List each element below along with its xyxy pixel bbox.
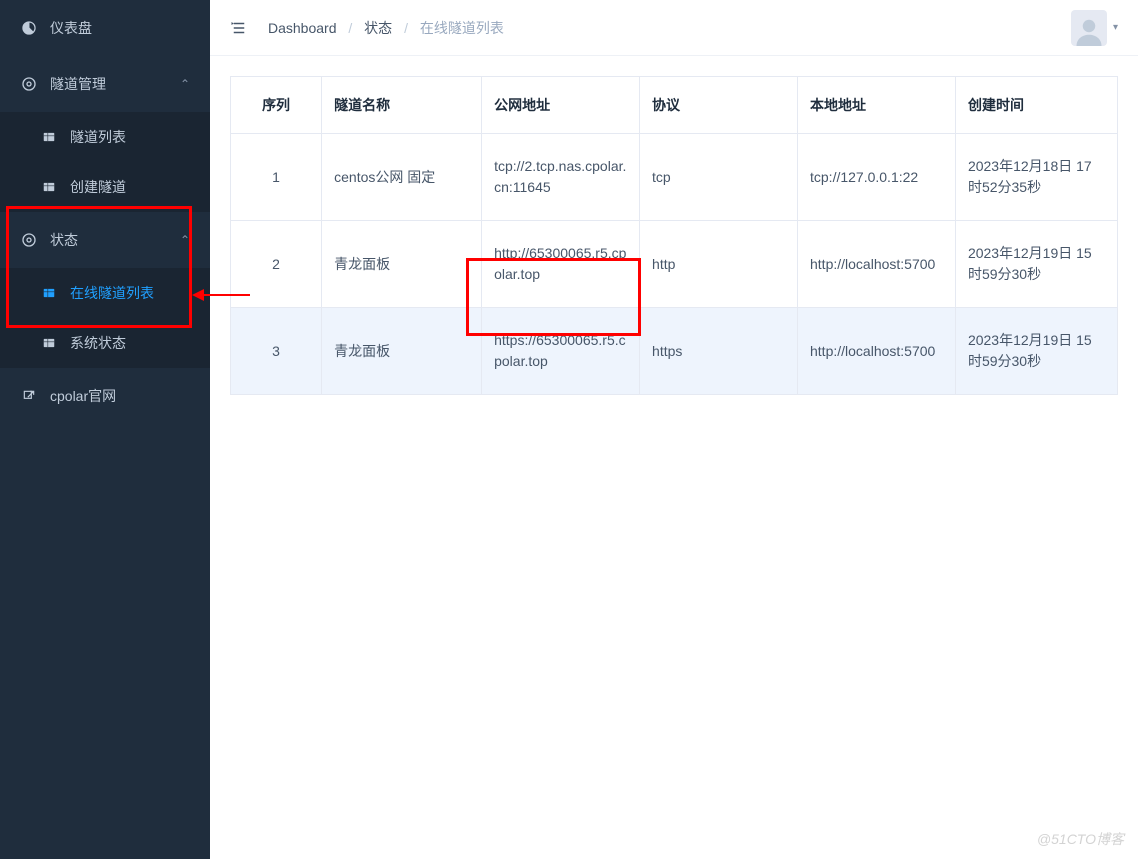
cell-time: 2023年12月19日 15时59分30秒 <box>955 308 1117 395</box>
th-proto: 协议 <box>640 77 798 134</box>
th-local: 本地地址 <box>798 77 956 134</box>
tunnel-icon <box>20 75 38 93</box>
main-content: Dashboard / 状态 / 在线隧道列表 ▾ 序列 隧道 <box>210 0 1138 859</box>
sidebar-item-tunnel-list[interactable]: 隧道列表 <box>0 112 210 162</box>
sidebar-item-label: 隧道列表 <box>70 127 126 147</box>
sidebar-item-dashboard[interactable]: 仪表盘 <box>0 0 210 56</box>
chevron-up-icon: ⌃ <box>180 233 190 247</box>
th-url: 公网地址 <box>482 77 640 134</box>
table-icon <box>40 284 58 302</box>
sidebar-item-label: cpolar官网 <box>50 386 116 406</box>
breadcrumb-item[interactable]: Dashboard <box>268 20 337 36</box>
cell-proto: tcp <box>640 134 798 221</box>
th-seq: 序列 <box>231 77 322 134</box>
cell-seq: 3 <box>231 308 322 395</box>
cell-local: http://localhost:5700 <box>798 221 956 308</box>
table-row[interactable]: 1 centos公网 固定 tcp://2.tcp.nas.cpolar.cn:… <box>231 134 1118 221</box>
breadcrumb: Dashboard / 状态 / 在线隧道列表 <box>268 18 504 38</box>
cell-seq: 2 <box>231 221 322 308</box>
sidebar-item-cpolar-site[interactable]: cpolar官网 <box>0 368 210 424</box>
breadcrumb-sep: / <box>404 20 408 36</box>
chevron-up-icon: ⌃ <box>180 77 190 91</box>
cell-url: http://65300065.r5.cpolar.top <box>482 221 640 308</box>
table-row[interactable]: 2 青龙面板 http://65300065.r5.cpolar.top htt… <box>231 221 1118 308</box>
cell-proto: http <box>640 221 798 308</box>
sidebar-item-tunnel-manage[interactable]: 隧道管理 ⌃ <box>0 56 210 112</box>
table-row[interactable]: 3 青龙面板 https://65300065.r5.cpolar.top ht… <box>231 308 1118 395</box>
user-menu[interactable]: ▾ <box>1071 10 1118 46</box>
breadcrumb-item-current: 在线隧道列表 <box>420 20 504 36</box>
cell-name: centos公网 固定 <box>322 134 482 221</box>
table-icon <box>40 334 58 352</box>
cell-seq: 1 <box>231 134 322 221</box>
sidebar-item-create-tunnel[interactable]: 创建隧道 <box>0 162 210 212</box>
breadcrumb-sep: / <box>348 20 352 36</box>
cell-local: http://localhost:5700 <box>798 308 956 395</box>
cell-local: tcp://127.0.0.1:22 <box>798 134 956 221</box>
topbar: Dashboard / 状态 / 在线隧道列表 ▾ <box>210 0 1138 56</box>
tunnel-table: 序列 隧道名称 公网地址 协议 本地地址 创建时间 1 centos公网 固定 … <box>230 76 1118 395</box>
sidebar-item-label: 系统状态 <box>70 333 126 353</box>
sidebar-item-label: 创建隧道 <box>70 177 126 197</box>
sidebar-item-label: 隧道管理 <box>50 74 106 94</box>
sidebar-item-system-status[interactable]: 系统状态 <box>0 318 210 368</box>
th-name: 隧道名称 <box>322 77 482 134</box>
dashboard-icon <box>20 19 38 37</box>
sidebar-item-online-tunnels[interactable]: 在线隧道列表 <box>0 268 210 318</box>
avatar <box>1071 10 1107 46</box>
table-icon <box>40 128 58 146</box>
cell-time: 2023年12月19日 15时59分30秒 <box>955 221 1117 308</box>
sidebar-item-label: 状态 <box>50 230 78 250</box>
cell-name: 青龙面板 <box>322 221 482 308</box>
table-header-row: 序列 隧道名称 公网地址 协议 本地地址 创建时间 <box>231 77 1118 134</box>
table-icon <box>40 178 58 196</box>
cell-time: 2023年12月18日 17时52分35秒 <box>955 134 1117 221</box>
cell-url: https://65300065.r5.cpolar.top <box>482 308 640 395</box>
external-icon <box>20 387 38 405</box>
menu-toggle-icon[interactable] <box>230 19 248 37</box>
status-icon <box>20 231 38 249</box>
th-time: 创建时间 <box>955 77 1117 134</box>
sidebar-item-label: 在线隧道列表 <box>70 283 154 303</box>
sidebar-item-status[interactable]: 状态 ⌃ <box>0 212 210 268</box>
sidebar: 仪表盘 隧道管理 ⌃ 隧道列表 创建隧道 状态 ⌃ <box>0 0 210 859</box>
sidebar-item-label: 仪表盘 <box>50 18 92 38</box>
cell-name: 青龙面板 <box>322 308 482 395</box>
watermark: @51CTO博客 <box>1037 829 1124 849</box>
cell-proto: https <box>640 308 798 395</box>
caret-down-icon: ▾ <box>1113 22 1118 33</box>
breadcrumb-item[interactable]: 状态 <box>364 20 392 36</box>
cell-url: tcp://2.tcp.nas.cpolar.cn:11645 <box>482 134 640 221</box>
